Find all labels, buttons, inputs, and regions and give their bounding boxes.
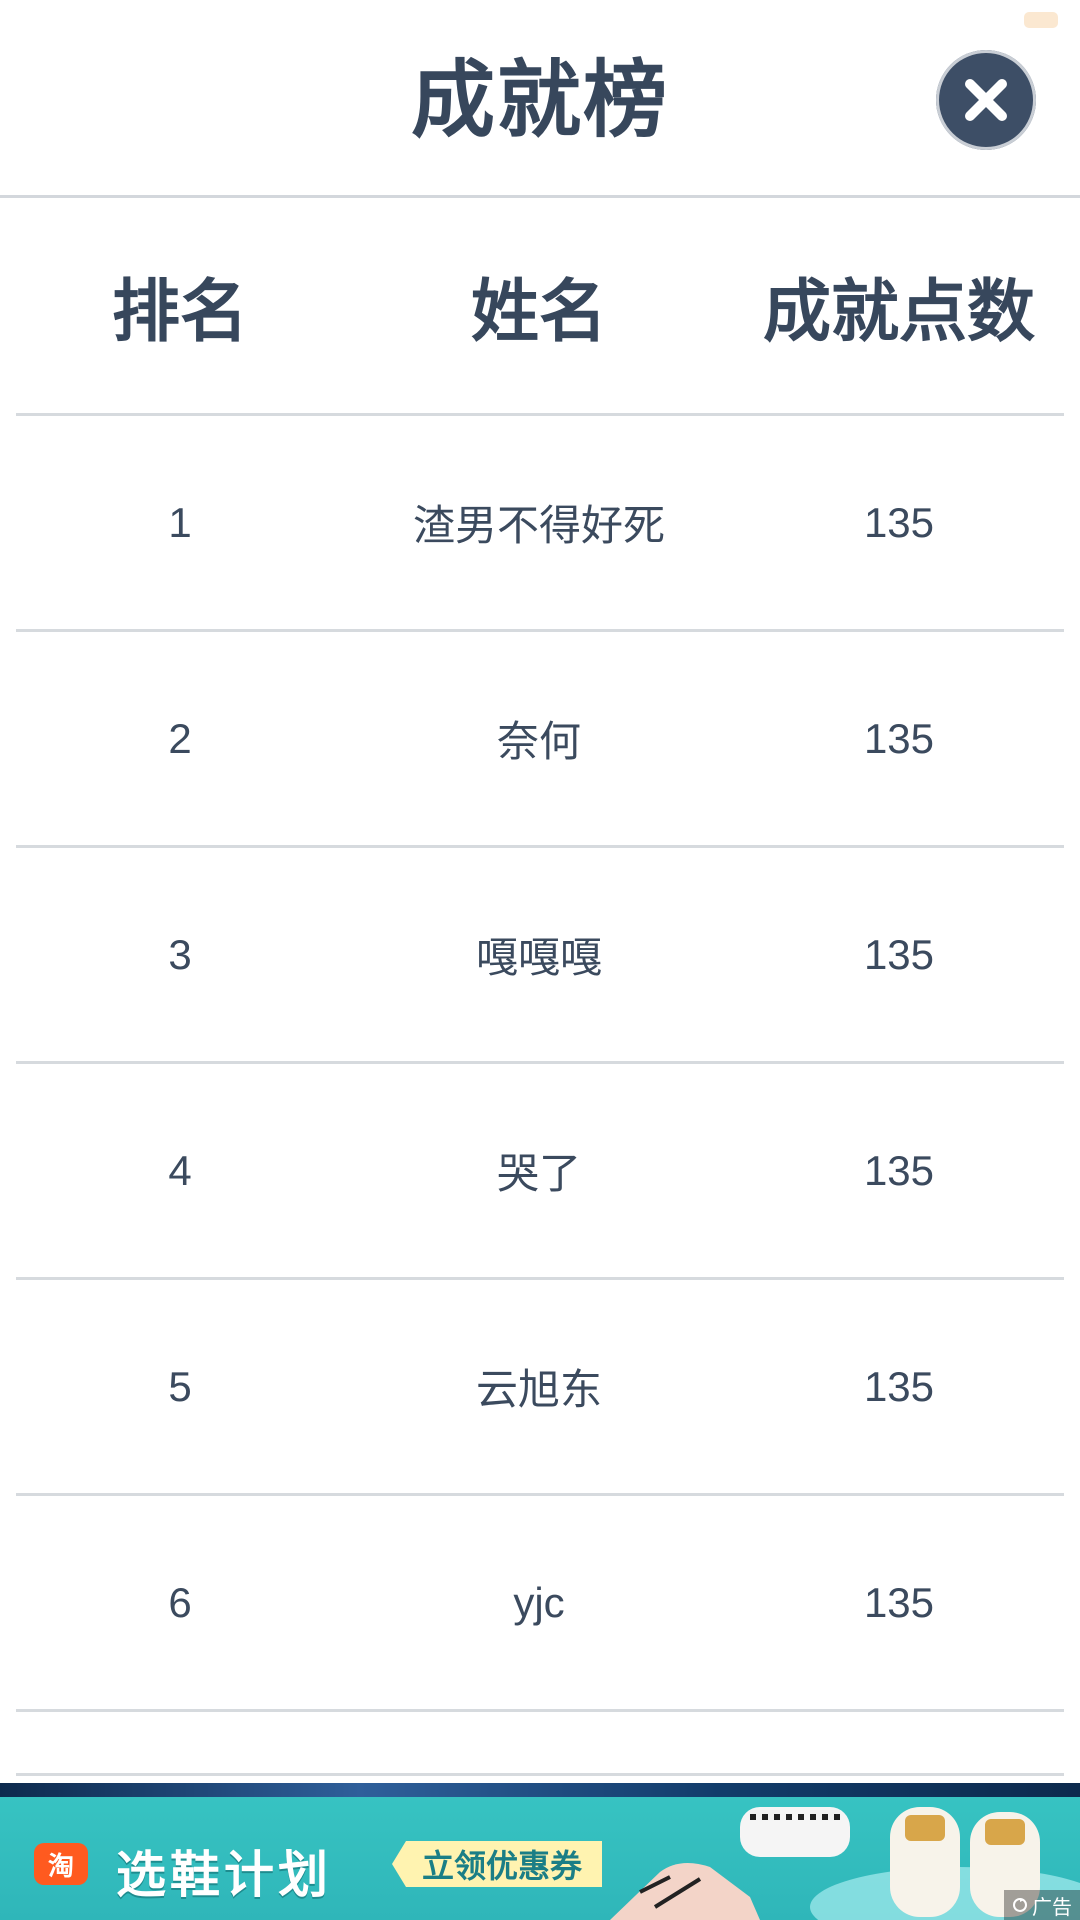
column-header-name: 姓名 (470, 273, 607, 352)
column-header-points: 成就点数 (762, 273, 1035, 352)
rank-cell: 4 (168, 1146, 192, 1194)
name-cell: 渣男不得好死 (412, 502, 665, 549)
rank-cell: 3 (168, 930, 192, 978)
name-cell: 哭了 (496, 1150, 581, 1197)
ad-coupon-button[interactable]: 立领优惠券 (392, 1841, 603, 1887)
table-row: 6 yjc 135 (16, 1496, 1064, 1712)
ad-tag-text: 广告 (1032, 1894, 1072, 1919)
table-row: 4 哭了 135 (16, 1064, 1064, 1280)
refresh-icon (1013, 1898, 1027, 1912)
page-title: 成就榜 (410, 51, 669, 149)
table-row: 2 奈何 135 (16, 632, 1064, 848)
ad-top-strip (0, 1783, 1080, 1797)
name-cell: 云旭东 (475, 1366, 602, 1413)
points-cell: 135 (863, 1362, 935, 1410)
column-header-rank: 排名 (111, 273, 248, 352)
taobao-logo: 淘 (34, 1843, 88, 1885)
table-row: 3 嘎嘎嘎 135 (16, 848, 1064, 1064)
rank-cell: 5 (168, 1362, 192, 1410)
rank-cell: 2 (168, 714, 192, 762)
points-cell: 135 (863, 1578, 935, 1626)
header: 成就榜 (0, 0, 1080, 198)
rank-cell: 6 (168, 1578, 192, 1626)
leaderboard-table: 排名 姓名 成就点数 1 渣男不得好死 135 2 奈何 135 3 嘎嘎嘎 1… (16, 198, 1064, 1776)
points-cell: 135 (863, 498, 935, 546)
ad-banner[interactable]: 淘 选鞋计划 立领优惠券 广告 (0, 1783, 1080, 1920)
table-header: 排名 姓名 成就点数 (16, 198, 1064, 416)
ad-title: 选鞋计划 (116, 1846, 332, 1904)
table-row-partial (16, 1712, 1064, 1776)
name-cell: 嘎嘎嘎 (475, 934, 602, 981)
leaderboard-page: 成就榜 排名 姓名 成就点数 1 渣男不得好死 135 2 奈何 135 3 嘎… (0, 0, 1080, 1920)
table-row: 5 云旭东 135 (16, 1280, 1064, 1496)
table-row: 1 渣男不得好死 135 (16, 416, 1064, 632)
name-cell: 奈何 (496, 718, 581, 765)
points-cell: 135 (863, 714, 935, 762)
points-cell: 135 (863, 1146, 935, 1194)
close-icon (965, 79, 1007, 121)
name-cell: yjc (513, 1578, 565, 1626)
ad-label[interactable]: 广告 (1004, 1890, 1080, 1920)
points-cell: 135 (863, 930, 935, 978)
close-button[interactable] (936, 50, 1036, 150)
rank-cell: 1 (168, 498, 192, 546)
